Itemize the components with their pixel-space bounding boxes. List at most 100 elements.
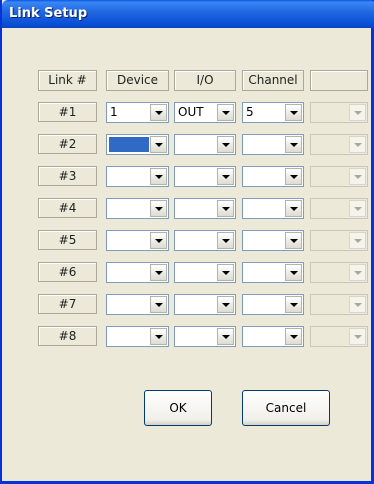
channel-value-row-1: 5: [246, 105, 254, 119]
chevron-down-icon[interactable]: [217, 104, 234, 121]
device-value-row-5: [107, 231, 149, 250]
chevron-down-icon: [349, 168, 366, 185]
chevron-down-icon[interactable]: [285, 200, 302, 217]
extra-select-row-7: [310, 294, 368, 315]
chevron-down-icon[interactable]: [217, 168, 234, 185]
device-select-row-3[interactable]: [106, 166, 169, 187]
link-number-label-2: #2: [38, 134, 97, 154]
chevron-down-icon[interactable]: [150, 136, 167, 153]
link-number-label-7: #7: [38, 294, 97, 314]
channel-value-row-4: [243, 199, 284, 218]
device-select-row-1[interactable]: 1: [106, 102, 169, 123]
extra-select-row-8: [310, 326, 368, 347]
io-value-row-8: [175, 327, 216, 346]
io-value-row-2: [175, 135, 216, 154]
chevron-down-icon: [349, 232, 366, 249]
extra-value-row-5: [311, 231, 348, 250]
column-header-link: Link #: [38, 70, 97, 91]
chevron-down-icon[interactable]: [217, 136, 234, 153]
link-setup-dialog: Link Setup Link # Device I/O Channel #1 1…: [0, 0, 374, 484]
chevron-down-icon[interactable]: [150, 328, 167, 345]
chevron-down-icon[interactable]: [217, 328, 234, 345]
chevron-down-icon[interactable]: [285, 264, 302, 281]
chevron-down-icon[interactable]: [217, 232, 234, 249]
chevron-down-icon: [349, 200, 366, 217]
extra-select-row-5: [310, 230, 368, 251]
channel-select-row-3[interactable]: [242, 166, 304, 187]
device-select-row-5[interactable]: [106, 230, 169, 251]
chevron-down-icon[interactable]: [217, 296, 234, 313]
chevron-down-icon[interactable]: [285, 136, 302, 153]
channel-select-row-1[interactable]: 5: [242, 102, 304, 123]
extra-select-row-1: [310, 102, 368, 123]
io-select-row-4[interactable]: [174, 198, 236, 219]
channel-select-row-8[interactable]: [242, 326, 304, 347]
cancel-button[interactable]: Cancel: [242, 390, 330, 426]
io-value-row-4: [175, 199, 216, 218]
chevron-down-icon[interactable]: [285, 232, 302, 249]
io-select-row-8[interactable]: [174, 326, 236, 347]
io-select-row-1[interactable]: OUT: [174, 102, 236, 123]
window-title: Link Setup: [9, 6, 88, 21]
column-header-extra: [310, 70, 368, 91]
link-number-label-4: #4: [38, 198, 97, 218]
channel-value-row-5: [243, 231, 284, 250]
device-select-row-7[interactable]: [106, 294, 169, 315]
io-value-row-6: [175, 263, 216, 282]
chevron-down-icon: [349, 328, 366, 345]
extra-select-row-2: [310, 134, 368, 155]
chevron-down-icon[interactable]: [150, 264, 167, 281]
chevron-down-icon[interactable]: [150, 200, 167, 217]
chevron-down-icon[interactable]: [150, 232, 167, 249]
channel-value-row-8: [243, 327, 284, 346]
io-select-row-5[interactable]: [174, 230, 236, 251]
io-select-row-2[interactable]: [174, 134, 236, 155]
ok-button[interactable]: OK: [144, 390, 212, 426]
io-value-row-1: OUT: [178, 105, 204, 119]
column-header-device: Device: [106, 70, 169, 91]
channel-select-row-5[interactable]: [242, 230, 304, 251]
chevron-down-icon[interactable]: [285, 104, 302, 121]
title-bar[interactable]: Link Setup: [2, 0, 374, 28]
io-select-row-6[interactable]: [174, 262, 236, 283]
device-value-row-6: [107, 263, 149, 282]
channel-select-row-7[interactable]: [242, 294, 304, 315]
channel-value-row-7: [243, 295, 284, 314]
channel-select-row-6[interactable]: [242, 262, 304, 283]
link-number-label-6: #6: [38, 262, 97, 282]
chevron-down-icon[interactable]: [217, 264, 234, 281]
extra-value-row-7: [311, 295, 348, 314]
device-select-row-2[interactable]: [106, 134, 169, 155]
chevron-down-icon: [349, 296, 366, 313]
io-value-row-7: [175, 295, 216, 314]
chevron-down-icon: [349, 104, 366, 121]
extra-value-row-1: [311, 103, 348, 122]
channel-value-row-3: [243, 167, 284, 186]
chevron-down-icon[interactable]: [150, 168, 167, 185]
chevron-down-icon[interactable]: [285, 168, 302, 185]
extra-value-row-2: [311, 135, 348, 154]
extra-value-row-4: [311, 199, 348, 218]
channel-select-row-2[interactable]: [242, 134, 304, 155]
chevron-down-icon[interactable]: [150, 104, 167, 121]
device-select-row-6[interactable]: [106, 262, 169, 283]
device-select-row-4[interactable]: [106, 198, 169, 219]
io-value-row-3: [175, 167, 216, 186]
device-value-row-4: [107, 199, 149, 218]
extra-value-row-3: [311, 167, 348, 186]
channel-value-row-2: [243, 135, 284, 154]
channel-select-row-4[interactable]: [242, 198, 304, 219]
io-select-row-7[interactable]: [174, 294, 236, 315]
extra-select-row-3: [310, 166, 368, 187]
chevron-down-icon[interactable]: [217, 200, 234, 217]
device-value-row-2: [109, 137, 149, 152]
chevron-down-icon[interactable]: [285, 328, 302, 345]
device-select-row-8[interactable]: [106, 326, 169, 347]
link-number-label-1: #1: [38, 102, 97, 122]
chevron-down-icon[interactable]: [150, 296, 167, 313]
chevron-down-icon[interactable]: [285, 296, 302, 313]
extra-select-row-6: [310, 262, 368, 283]
io-select-row-3[interactable]: [174, 166, 236, 187]
device-value-row-7: [107, 295, 149, 314]
io-value-row-5: [175, 231, 216, 250]
